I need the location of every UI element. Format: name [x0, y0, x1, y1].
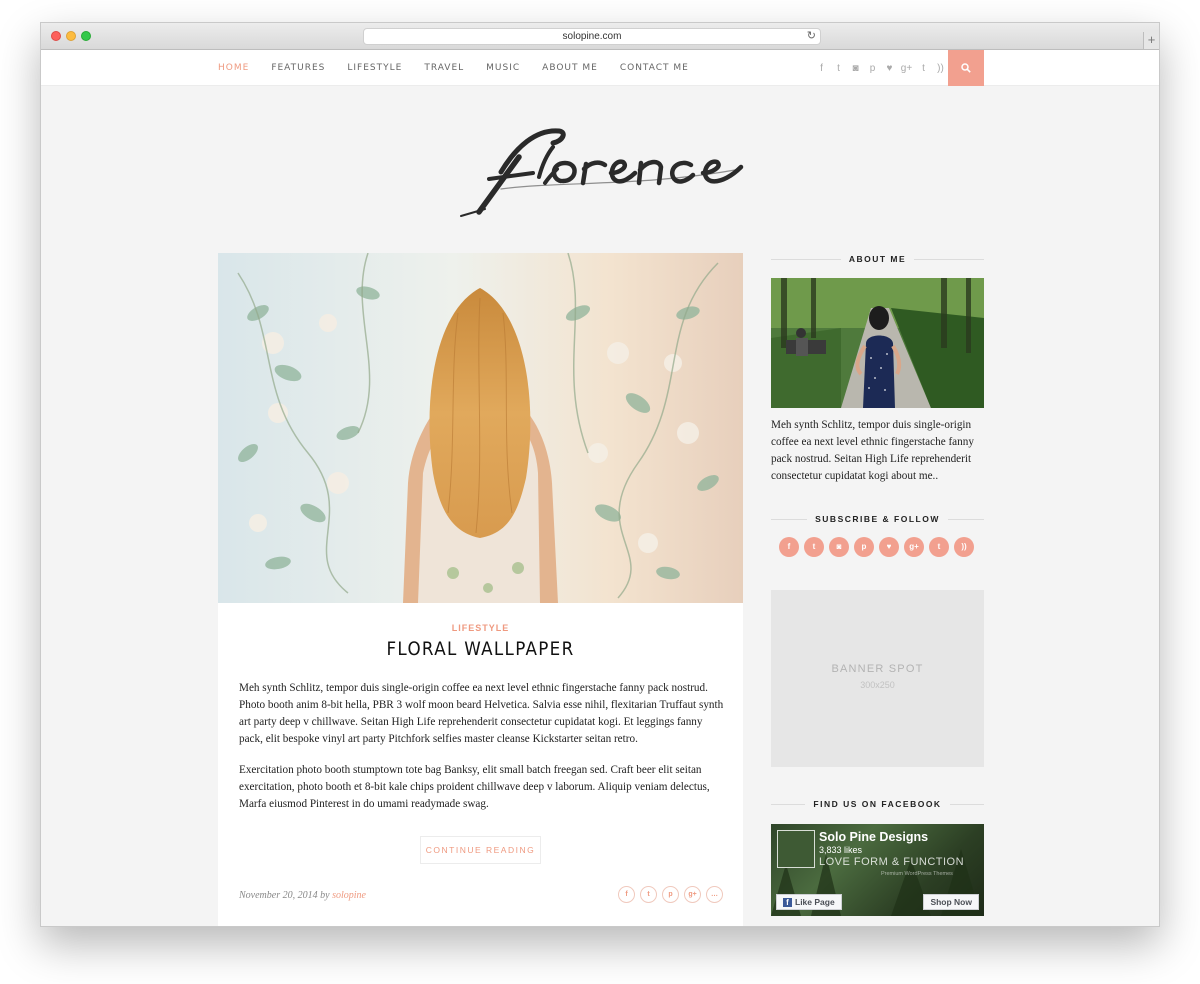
- post-category-link[interactable]: LIFESTYLE: [218, 623, 743, 633]
- tumblr-icon[interactable]: t: [929, 537, 949, 557]
- shop-now-label: Shop Now: [930, 897, 972, 907]
- nav-item-about-me[interactable]: ABOUT ME: [542, 63, 598, 73]
- banner-ad-spot[interactable]: BANNER SPOT 300x250: [771, 590, 984, 767]
- facebook-page-thumbnail: [777, 830, 815, 868]
- pinterest-icon[interactable]: p: [662, 886, 679, 903]
- browser-window: solopine.com ↻ + HOME FEATURES LIFESTYLE…: [40, 22, 1160, 927]
- tumblr-icon[interactable]: t: [915, 63, 932, 74]
- facebook-icon: f: [783, 897, 792, 907]
- header-social-links: f t ◙ p ♥ g+ t )): [813, 50, 949, 86]
- twitter-icon[interactable]: t: [640, 886, 657, 903]
- site-logo[interactable]: florence: [441, 117, 771, 217]
- post-share-buttons: f t p g+ …: [618, 886, 728, 903]
- banner-size: 300x250: [860, 680, 895, 690]
- rss-icon[interactable]: )): [932, 63, 949, 74]
- post-title[interactable]: FLORAL WALLPAPER: [250, 638, 712, 660]
- nav-item-features[interactable]: FEATURES: [271, 63, 325, 73]
- post-author-link[interactable]: solopine: [332, 890, 366, 901]
- facebook-page-widget[interactable]: Solo Pine Designs 3,833 likes LOVE FORM …: [771, 824, 984, 916]
- rss-icon[interactable]: )): [954, 537, 974, 557]
- about-me-photo: [771, 278, 984, 408]
- blog-post: LIFESTYLE FLORAL WALLPAPER Meh synth Sch…: [218, 253, 743, 926]
- pinterest-icon[interactable]: p: [864, 63, 881, 74]
- new-tab-button[interactable]: +: [1143, 32, 1159, 49]
- about-me-text: Meh synth Schlitz, tempor duis single-or…: [771, 419, 974, 482]
- google-plus-icon[interactable]: g+: [898, 63, 915, 74]
- subscribe-follow-widget-title: SUBSCRIBE & FOLLOW: [771, 513, 984, 525]
- facebook-icon[interactable]: f: [779, 537, 799, 557]
- facebook-cover-subtitle: Premium WordPress Themes: [881, 871, 953, 877]
- google-plus-icon[interactable]: g+: [904, 537, 924, 557]
- nav-item-home[interactable]: HOME: [218, 63, 249, 73]
- nav-item-contact-me[interactable]: CONTACT ME: [620, 63, 689, 73]
- close-window-button[interactable]: [51, 31, 61, 41]
- bloglovin-heart-icon[interactable]: ♥: [881, 63, 898, 74]
- main-menu: HOME FEATURES LIFESTYLE TRAVEL MUSIC ABO…: [218, 50, 711, 86]
- comment-icon[interactable]: …: [706, 886, 723, 903]
- post-excerpt: Meh synth Schlitz, tempor duis single-or…: [239, 680, 724, 827]
- twitter-icon[interactable]: t: [804, 537, 824, 557]
- post-featured-image[interactable]: [218, 253, 743, 603]
- browser-titlebar: solopine.com ↻ +: [41, 23, 1159, 50]
- search-icon: [961, 63, 971, 73]
- bloglovin-heart-icon[interactable]: ♥: [879, 537, 899, 557]
- nav-item-lifestyle[interactable]: LIFESTYLE: [347, 63, 402, 73]
- reload-icon[interactable]: ↻: [807, 29, 816, 44]
- post-by: by: [320, 890, 330, 901]
- search-button[interactable]: [948, 50, 984, 86]
- nav-item-travel[interactable]: TRAVEL: [424, 63, 464, 73]
- widget-title-label: SUBSCRIBE & FOLLOW: [807, 514, 948, 524]
- widget-title-label: ABOUT ME: [840, 254, 915, 264]
- post-meta: November 20, 2014 by solopine: [239, 890, 366, 901]
- facebook-page-name[interactable]: Solo Pine Designs: [819, 830, 928, 844]
- follow-social-links: f t ◙ p ♥ g+ t )): [779, 537, 979, 557]
- banner-label: BANNER SPOT: [831, 663, 924, 675]
- pinterest-icon[interactable]: p: [854, 537, 874, 557]
- minimize-window-button[interactable]: [66, 31, 76, 41]
- continue-reading-button[interactable]: CONTINUE READING: [420, 836, 541, 864]
- address-bar[interactable]: solopine.com ↻: [363, 28, 821, 45]
- post-paragraph: Meh synth Schlitz, tempor duis single-or…: [239, 682, 724, 745]
- facebook-icon[interactable]: f: [618, 886, 635, 903]
- address-bar-url: solopine.com: [562, 31, 622, 42]
- nav-item-music[interactable]: MUSIC: [486, 63, 520, 73]
- widget-title-label: FIND US ON FACEBOOK: [805, 799, 950, 809]
- instagram-icon[interactable]: ◙: [829, 537, 849, 557]
- facebook-cover-tagline: LOVE FORM & FUNCTION: [819, 856, 965, 868]
- facebook-likes-count: 3,833 likes: [819, 845, 863, 855]
- facebook-like-page-button[interactable]: f Like Page: [776, 894, 842, 910]
- facebook-icon[interactable]: f: [813, 63, 830, 74]
- facebook-widget-title: FIND US ON FACEBOOK: [771, 798, 984, 810]
- site-navbar: HOME FEATURES LIFESTYLE TRAVEL MUSIC ABO…: [41, 50, 1159, 86]
- instagram-icon[interactable]: ◙: [847, 63, 864, 74]
- post-date: November 20, 2014: [239, 890, 318, 901]
- floral-wallpaper-photo: [218, 253, 743, 603]
- post-paragraph: Exercitation photo booth stumptown tote …: [239, 764, 710, 810]
- maximize-window-button[interactable]: [81, 31, 91, 41]
- about-me-widget-title: ABOUT ME: [771, 253, 984, 265]
- google-plus-icon[interactable]: g+: [684, 886, 701, 903]
- facebook-shop-now-button[interactable]: Shop Now: [923, 894, 979, 910]
- like-page-label: Like Page: [795, 897, 835, 907]
- twitter-icon[interactable]: t: [830, 63, 847, 74]
